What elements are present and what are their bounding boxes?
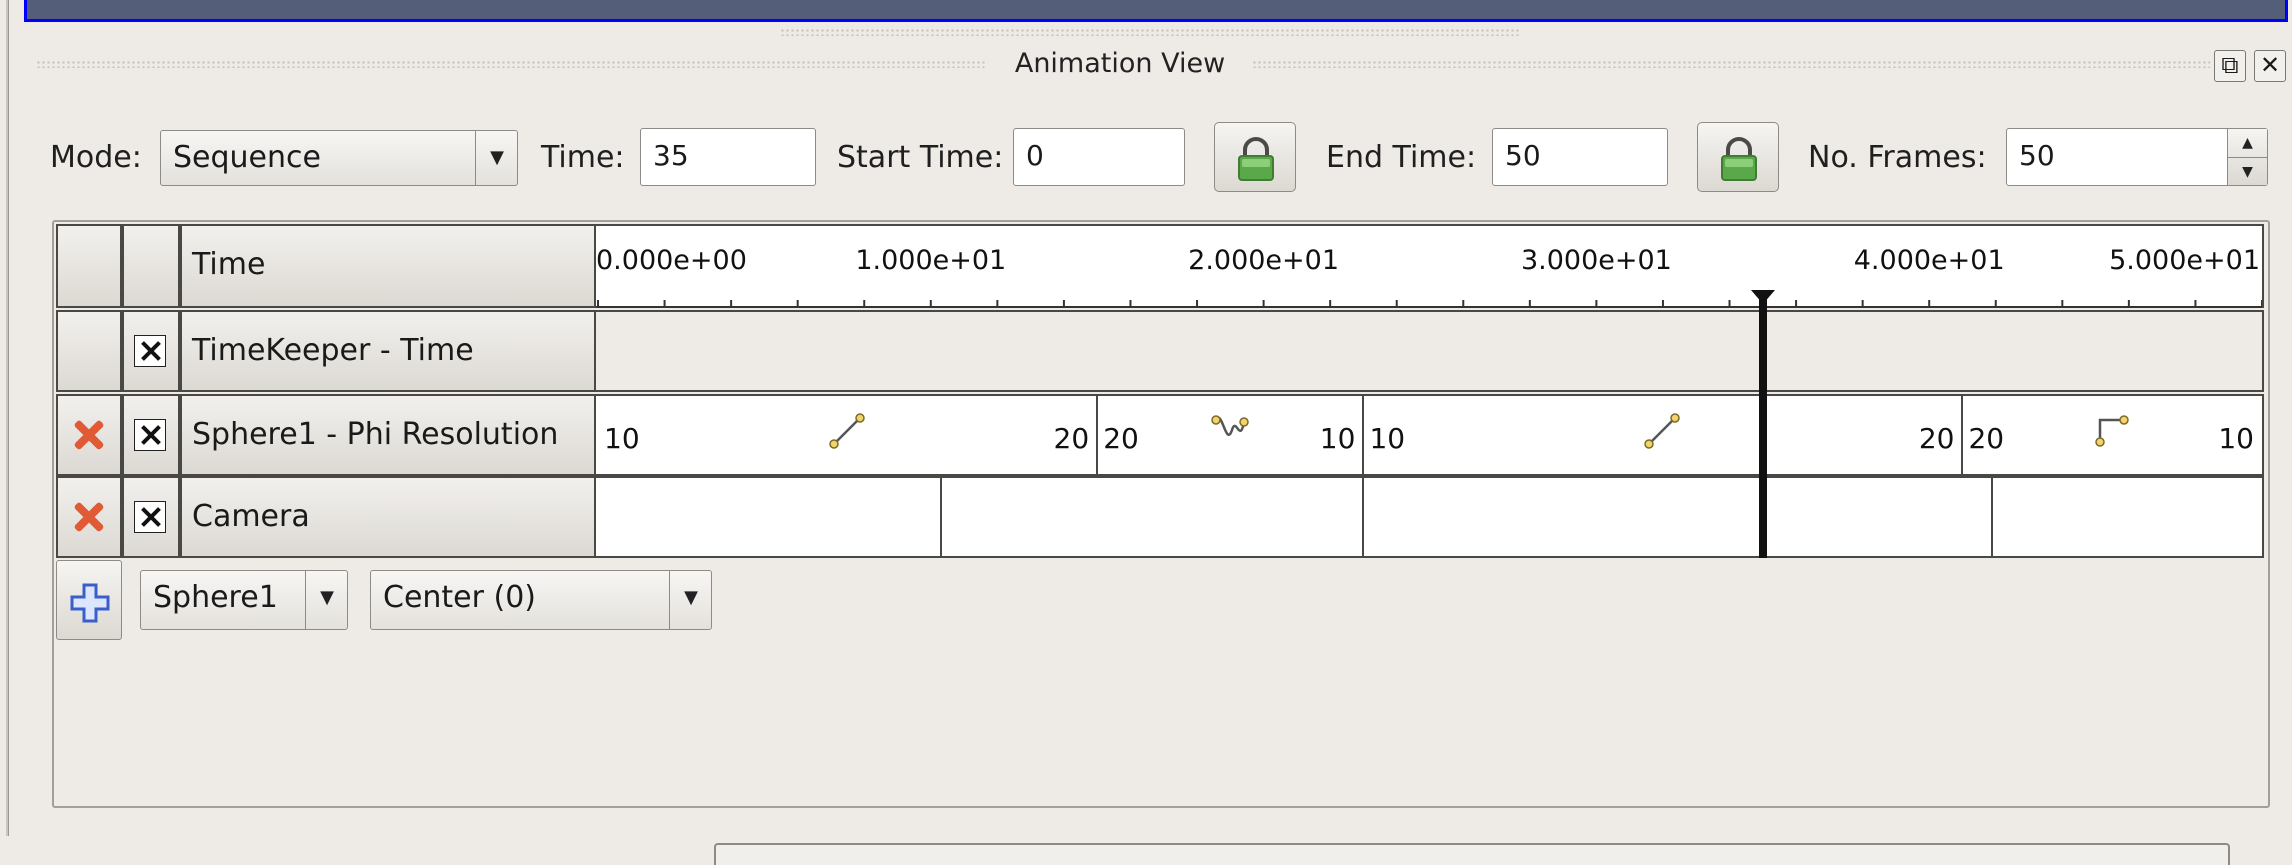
chevron-down-icon: ▼ — [684, 587, 698, 608]
spin-up-icon[interactable]: ▲ — [2228, 129, 2267, 158]
frames-stepper[interactable]: ▲ ▼ — [2227, 129, 2267, 185]
float-icon[interactable]: ⧉ — [2214, 50, 2246, 82]
ruler-tick-label: 0.000e+00 — [596, 245, 747, 276]
bottom-scrollbar[interactable] — [714, 843, 2230, 865]
lock-end-button[interactable] — [1697, 122, 1779, 192]
track-enable-cell[interactable] — [122, 394, 180, 476]
lock-icon — [1721, 137, 1757, 181]
mode-value: Sequence — [173, 140, 321, 175]
ruler-tick-label: 5.000e+01 — [2109, 245, 2260, 276]
checkbox-x-icon[interactable] — [134, 419, 166, 451]
property-combo[interactable]: Center (0) ▼ — [370, 570, 712, 630]
frames-spinbox[interactable]: 50 ▲ ▼ — [2006, 128, 2268, 186]
chevron-down-icon: ▼ — [490, 147, 504, 168]
segment-end-value: 10 — [2218, 422, 2254, 455]
splitter-left[interactable] — [6, 0, 9, 836]
source-combo[interactable]: Sphere1 ▼ — [140, 570, 348, 630]
mode-combo[interactable]: Sequence ▼ — [160, 130, 518, 186]
track-remove-cell[interactable] — [56, 476, 122, 558]
keyframe-divider[interactable] — [1362, 476, 1365, 558]
dock-grip-right[interactable] — [1252, 60, 2210, 68]
time-label: Time: — [541, 140, 625, 175]
remove-x-icon[interactable] — [71, 417, 107, 453]
frames-value: 50 — [2019, 139, 2055, 172]
plus-icon — [70, 583, 110, 623]
segment-end-value: 20 — [1053, 422, 1090, 455]
track-lane[interactable] — [594, 476, 2264, 558]
current-time-marker-icon[interactable] — [1750, 290, 1775, 304]
segment-end-value: 20 — [1918, 422, 1955, 455]
checkbox-x-icon[interactable] — [134, 335, 166, 367]
ruler-tick-label: 2.000e+01 — [1188, 245, 1339, 276]
time-input[interactable]: 35 — [640, 128, 816, 186]
frames-label: No. Frames: — [1808, 140, 1987, 175]
track-enable-cell[interactable] — [122, 476, 180, 558]
checkbox-x-icon[interactable] — [134, 501, 166, 533]
linear-interpolation-icon — [828, 413, 865, 449]
keyframe-divider[interactable] — [939, 476, 942, 558]
track-name: TimeKeeper - Time — [180, 310, 596, 392]
linear-interpolation-icon — [1644, 413, 1680, 449]
spin-down-icon[interactable]: ▼ — [2228, 158, 2267, 186]
segment-start-value: 20 — [1103, 422, 1139, 455]
remove-x-icon[interactable] — [71, 499, 107, 535]
header-enable-cell — [122, 224, 180, 308]
time-ruler-ticks: 0.000e+00 1.000e+01 2.000e+01 3.000e+01 4.00… — [596, 245, 2262, 308]
start-time-label: Start Time: — [837, 140, 1004, 175]
viewport-frame[interactable] — [24, 0, 2288, 22]
close-icon[interactable]: ✕ — [2254, 50, 2286, 82]
property-value: Center (0) — [383, 580, 537, 615]
ruler-tick-label: 1.000e+01 — [855, 245, 1006, 276]
keyframe-divider[interactable] — [1096, 394, 1099, 476]
step-interpolation-icon — [2095, 415, 2129, 447]
splitter-handle[interactable] — [780, 28, 1520, 36]
current-time-line[interactable] — [1758, 296, 1767, 558]
header-remove-cell — [56, 224, 122, 308]
ruler-tick-label: 4.000e+01 — [1854, 245, 2005, 276]
lock-start-button[interactable] — [1214, 122, 1296, 192]
ruler-tick-label: 3.000e+01 — [1521, 245, 1672, 276]
mode-label: Mode: — [50, 140, 142, 175]
track-lane[interactable] — [594, 310, 2264, 392]
track-remove-cell — [56, 310, 122, 392]
dock-grip-left[interactable] — [36, 60, 986, 68]
end-time-input[interactable]: 50 — [1492, 128, 1668, 186]
segment-start-value: 10 — [604, 422, 640, 455]
track-enable-cell[interactable] — [122, 310, 180, 392]
add-track-button[interactable] — [56, 560, 122, 640]
dock-title: Animation View — [1014, 48, 1226, 79]
track-name: Camera — [180, 476, 596, 558]
start-time-input[interactable]: 0 — [1013, 128, 1185, 186]
chevron-down-icon: ▼ — [320, 587, 334, 608]
segment-end-value: 10 — [1319, 422, 1356, 455]
track-name: Sphere1 - Phi Resolution — [180, 394, 596, 476]
time-header: Time — [180, 224, 596, 308]
sinusoid-interpolation-icon — [1211, 415, 1250, 436]
keyframe-divider[interactable] — [1991, 476, 1994, 558]
segment-start-value: 10 — [1369, 422, 1406, 455]
segment-start-value: 20 — [1968, 422, 2005, 455]
end-time-label: End Time: — [1326, 140, 1477, 175]
keyframe-divider[interactable] — [1362, 394, 1365, 476]
source-value: Sphere1 — [153, 580, 278, 615]
lock-icon — [1238, 137, 1274, 181]
track-remove-cell[interactable] — [56, 394, 122, 476]
keyframe-divider[interactable] — [1961, 394, 1964, 476]
